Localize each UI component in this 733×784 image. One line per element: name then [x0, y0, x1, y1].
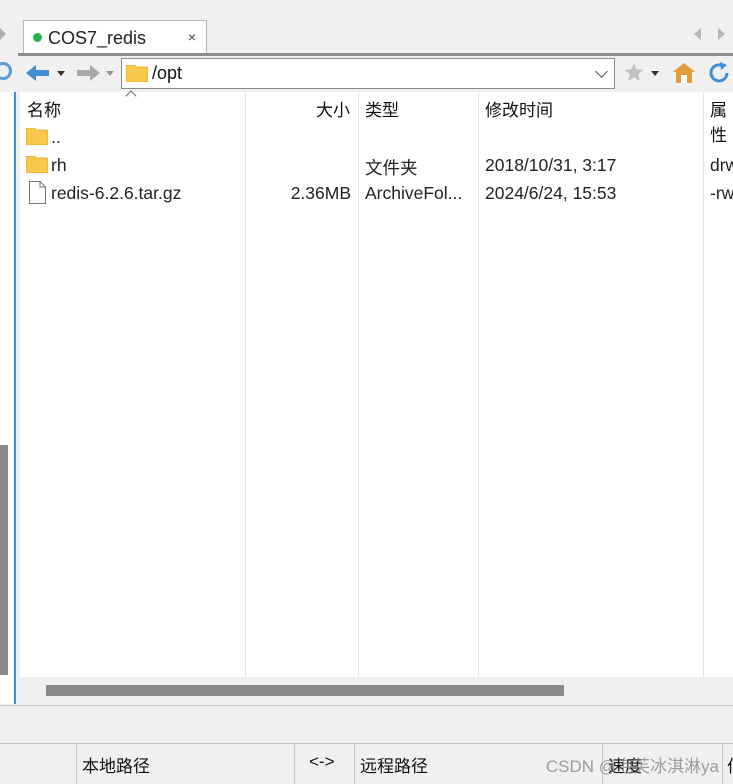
tab-cos7-redis[interactable]: COS7_redis ×: [23, 20, 207, 54]
scroll-left-icon[interactable]: [0, 28, 6, 40]
column-separator[interactable]: [294, 744, 295, 784]
forward-arrow-icon[interactable]: [76, 64, 100, 82]
folder-icon: [26, 128, 48, 145]
close-icon[interactable]: ×: [188, 29, 196, 45]
list-item[interactable]: ..: [20, 123, 733, 151]
horizontal-scrollbar[interactable]: [20, 677, 733, 705]
header-remote-path[interactable]: 远程路径: [360, 752, 428, 777]
back-dropdown-icon[interactable]: [57, 71, 65, 76]
path-input[interactable]: [152, 61, 572, 86]
file-modified: 2018/10/31, 3:17: [485, 155, 617, 175]
folder-icon: [26, 156, 48, 173]
list-item[interactable]: rh 文件夹 2018/10/31, 3:17 drw: [20, 151, 733, 179]
file-type: 文件夹: [365, 158, 418, 178]
scrollbar-thumb[interactable]: [46, 685, 564, 696]
file-type: ArchiveFol...: [365, 183, 463, 203]
tab-scroll-right-icon[interactable]: [718, 28, 725, 40]
header-modified[interactable]: 修改时间: [485, 96, 553, 121]
header-type[interactable]: 类型: [365, 96, 399, 121]
file-size: 2.36MB: [290, 183, 351, 203]
file-name: rh: [51, 155, 67, 175]
left-pane-fragment: [0, 0, 18, 710]
address-bar[interactable]: [121, 58, 615, 89]
column-separator[interactable]: [354, 744, 355, 784]
sort-ascending-icon: [125, 90, 137, 102]
refresh-icon[interactable]: [0, 62, 12, 80]
file-icon: [29, 181, 46, 204]
header-size[interactable]: 大小: [316, 96, 350, 121]
list-item[interactable]: redis-6.2.6.tar.gz 2.36MB ArchiveFol... …: [20, 179, 733, 207]
tab-bar: COS7_redis ×: [18, 0, 733, 56]
star-icon[interactable]: [624, 63, 644, 87]
header-name[interactable]: 名称: [27, 96, 61, 121]
column-separator[interactable]: [76, 744, 77, 784]
header-direction[interactable]: <->: [309, 752, 335, 772]
forward-dropdown-icon[interactable]: [106, 71, 114, 76]
file-name: ..: [51, 127, 61, 147]
left-scrollbar[interactable]: [0, 445, 8, 675]
tab-title: COS7_redis: [48, 28, 147, 48]
watermark: CSDN @泡芙冰淇淋ya: [545, 757, 719, 776]
header-local-path[interactable]: 本地路径: [82, 752, 150, 777]
tab-scroll-left-icon[interactable]: [694, 28, 701, 40]
refresh-icon[interactable]: [708, 62, 730, 89]
file-modified: 2024/6/24, 15:53: [485, 183, 617, 203]
chevron-down-icon[interactable]: [595, 65, 608, 78]
back-arrow-icon[interactable]: [26, 64, 50, 82]
remote-file-list[interactable]: 名称 大小 类型 修改时间 属性 .. rh 文件夹 2018/10/31, 3…: [20, 90, 733, 705]
header-extra[interactable]: 伯: [727, 752, 733, 777]
bookmark-dropdown-icon[interactable]: [651, 71, 659, 76]
folder-icon: [126, 65, 148, 82]
file-name: redis-6.2.6.tar.gz: [51, 183, 182, 203]
connected-status-icon: [33, 33, 42, 42]
file-attributes: -rw: [710, 183, 733, 203]
transfer-panel: [0, 705, 733, 743]
column-separator[interactable]: [722, 744, 723, 784]
file-attributes: drw: [710, 155, 733, 175]
home-icon[interactable]: [673, 63, 695, 88]
toolbar: [18, 56, 733, 92]
